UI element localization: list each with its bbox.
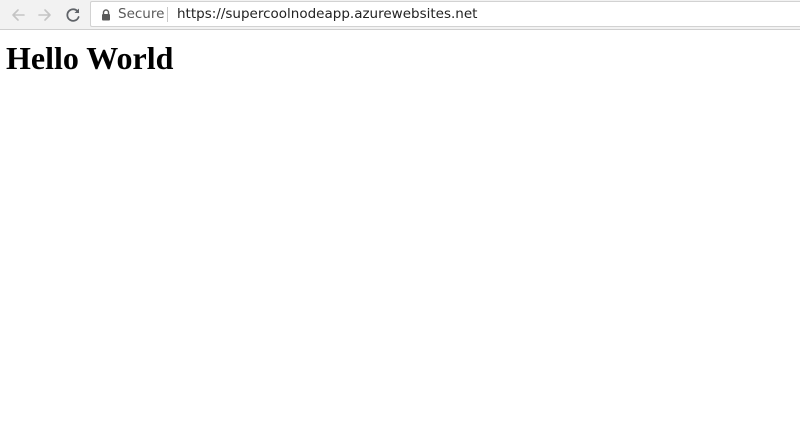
forward-button[interactable] [34, 4, 56, 26]
lock-icon[interactable] [101, 8, 111, 21]
url-text[interactable]: https://supercoolnodeapp.azurewebsites.n… [177, 6, 477, 23]
address-divider [167, 7, 168, 22]
arrow-left-icon [10, 7, 26, 23]
arrow-right-icon [37, 7, 53, 23]
secure-label[interactable]: Secure [118, 6, 164, 23]
page-content: Hello World [0, 30, 800, 431]
reload-button[interactable] [62, 4, 84, 26]
back-button[interactable] [7, 4, 29, 26]
browser-toolbar: Secure https://supercoolnodeapp.azureweb… [0, 0, 800, 30]
page-heading: Hello World [6, 40, 174, 76]
address-bar[interactable]: Secure https://supercoolnodeapp.azureweb… [90, 1, 800, 27]
reload-icon [65, 7, 81, 23]
